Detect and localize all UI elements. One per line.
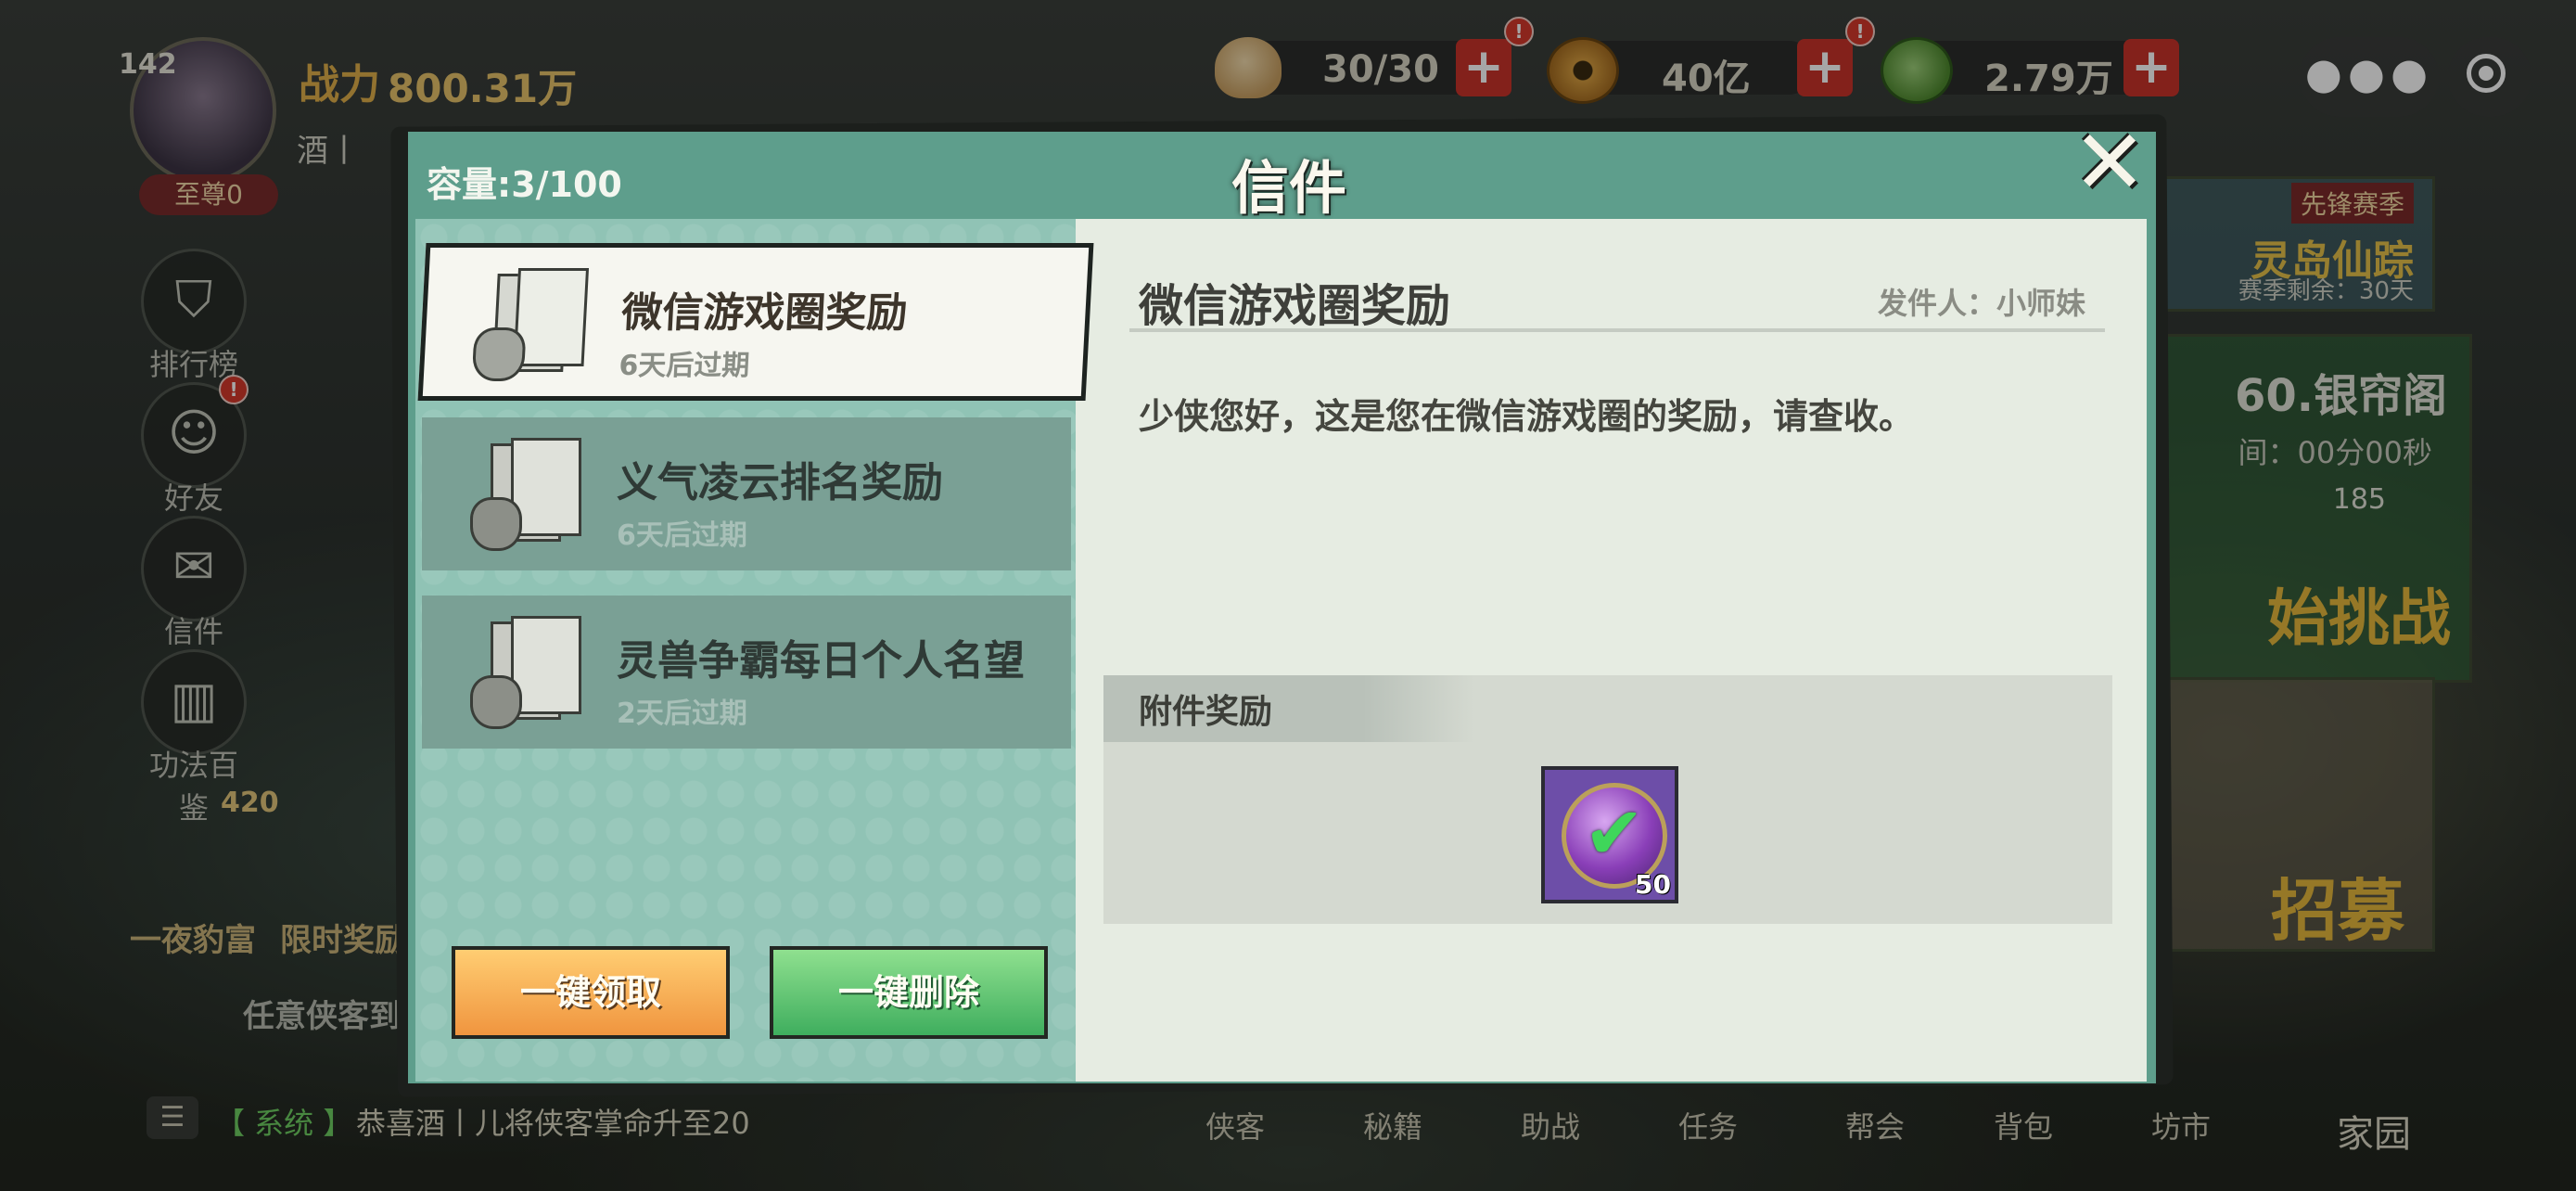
reward-quantity: 50 xyxy=(1635,869,1671,900)
letter-scroll-icon xyxy=(470,616,581,729)
mail-list-item[interactable]: 义气凌云排名奖励 6天后过期 xyxy=(422,417,1071,570)
detail-sender: 发件人：小师妹 xyxy=(1878,286,2086,321)
mail-expiry: 6天后过期 xyxy=(618,350,751,382)
mail-subject: 义气凌云排名奖励 xyxy=(617,459,943,506)
mail-modal-title: 信件 xyxy=(1231,154,1346,222)
mail-expiry: 2天后过期 xyxy=(617,698,747,730)
attachment-label: 附件奖励 xyxy=(1139,693,1273,731)
detail-subject: 微信游戏圈奖励 xyxy=(1139,280,1451,332)
mail-subject: 灵兽争霸每日个人名望 xyxy=(617,637,1025,685)
mail-subject: 微信游戏圈奖励 xyxy=(620,289,909,337)
letter-scroll-icon xyxy=(471,268,590,381)
mail-expiry: 6天后过期 xyxy=(617,519,747,552)
mail-detail-panel xyxy=(1076,219,2147,1082)
delete-all-button[interactable]: 一键删除 xyxy=(770,946,1048,1039)
close-icon[interactable]: ✕ xyxy=(2068,118,2151,207)
letter-scroll-icon xyxy=(470,438,581,551)
mail-list-item[interactable]: 灵兽争霸每日个人名望 2天后过期 xyxy=(422,596,1071,749)
claimed-check-icon: ✔ xyxy=(1584,792,1645,876)
detail-body: 少侠您好，这是您在微信游戏圈的奖励，请查收。 xyxy=(1139,396,1915,437)
reward-item[interactable]: ✔ 50 xyxy=(1541,766,1678,903)
mail-list-item-selected[interactable]: 微信游戏圈奖励 6天后过期 xyxy=(417,243,1094,401)
mail-capacity: 容量:3/100 xyxy=(427,164,622,205)
claim-all-button[interactable]: 一键领取 xyxy=(452,946,730,1039)
detail-divider xyxy=(1129,328,2105,332)
